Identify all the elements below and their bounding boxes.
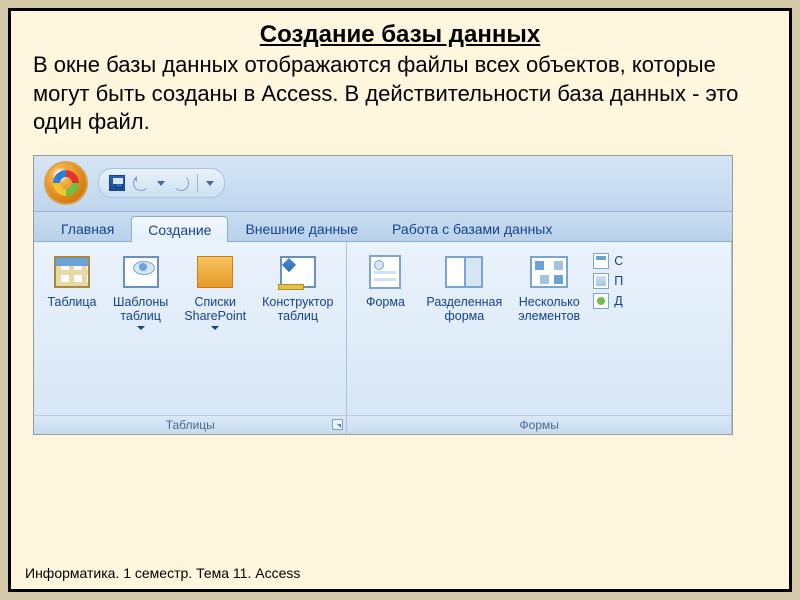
form-button[interactable]: Форма [353, 248, 417, 314]
table-design-button[interactable]: Конструктортаблиц [255, 248, 340, 329]
undo-icon[interactable] [133, 175, 149, 191]
tab-create[interactable]: Создание [131, 216, 228, 242]
form-icon [369, 255, 401, 289]
tab-database-tools[interactable]: Работа с базами данных [375, 215, 569, 241]
sharepoint-lists-label: СпискиSharePoint [184, 291, 246, 324]
qat-customize-icon[interactable] [206, 181, 214, 186]
pivot-chart-label: С [614, 254, 623, 268]
table-label: Таблица [47, 291, 96, 309]
quick-access-toolbar [98, 168, 225, 198]
group-forms-label-text: Формы [520, 418, 559, 432]
table-templates-icon [123, 256, 159, 288]
split-form-label: Разделеннаяформа [426, 291, 502, 324]
split-form-button[interactable]: Разделеннаяформа [419, 248, 509, 329]
group-forms-label: Формы [347, 415, 731, 434]
table-templates-label: Шаблонытаблиц [113, 291, 168, 324]
tab-home[interactable]: Главная [44, 215, 131, 241]
more-forms-label: Д [614, 294, 622, 308]
more-forms-button[interactable]: Д [591, 292, 625, 310]
save-icon[interactable] [109, 175, 125, 191]
more-forms-icon [593, 293, 609, 309]
split-form-icon [445, 256, 483, 288]
multiple-items-button[interactable]: Несколькоэлементов [511, 248, 587, 329]
access-ribbon-screenshot: Главная Создание Внешние данные Работа с… [33, 155, 733, 435]
dialog-launcher-icon[interactable] [332, 419, 343, 430]
group-forms: Форма Разделеннаяформа Несколькоэлементо… [347, 242, 732, 434]
pivot-chart-icon [593, 253, 609, 269]
chevron-down-icon [137, 326, 145, 330]
multiple-items-label: Несколькоэлементов [518, 291, 580, 324]
slide-title: Создание базы данных [11, 11, 789, 51]
pivot-chart-button[interactable]: С [591, 252, 625, 270]
blank-form-icon [593, 273, 609, 289]
group-tables-label-text: Таблицы [166, 418, 215, 432]
form-label: Форма [366, 291, 405, 309]
table-button[interactable]: Таблица [40, 248, 104, 314]
group-tables: Таблица Шаблонытаблиц СпискиSharePoint [34, 242, 347, 434]
multiple-items-icon [530, 256, 568, 288]
sharepoint-lists-button[interactable]: СпискиSharePoint [177, 248, 253, 335]
ribbon-body: Таблица Шаблонытаблиц СпискиSharePoint [34, 242, 732, 434]
blank-form-label: П [614, 274, 623, 288]
table-icon [54, 256, 90, 288]
tab-external-data[interactable]: Внешние данные [228, 215, 375, 241]
group-tables-label: Таблицы [34, 415, 346, 434]
redo-icon[interactable] [173, 175, 189, 191]
ribbon-tabstrip: Главная Создание Внешние данные Работа с… [34, 212, 732, 242]
table-templates-button[interactable]: Шаблонытаблиц [106, 248, 175, 335]
table-design-label: Конструктортаблиц [262, 291, 333, 324]
chevron-down-icon [211, 326, 219, 330]
forms-small-column: С П Д [589, 248, 627, 314]
title-bar [34, 156, 732, 212]
table-design-icon [280, 256, 316, 288]
office-button[interactable] [44, 161, 88, 205]
blank-form-button[interactable]: П [591, 272, 625, 290]
undo-dropdown-icon[interactable] [157, 181, 165, 186]
slide-body-text: В окне базы данных отображаются файлы вс… [11, 51, 789, 145]
slide-footer: Информатика. 1 семестр. Тема 11. Access [25, 565, 300, 581]
sharepoint-icon [197, 256, 233, 288]
qat-separator [197, 174, 198, 192]
